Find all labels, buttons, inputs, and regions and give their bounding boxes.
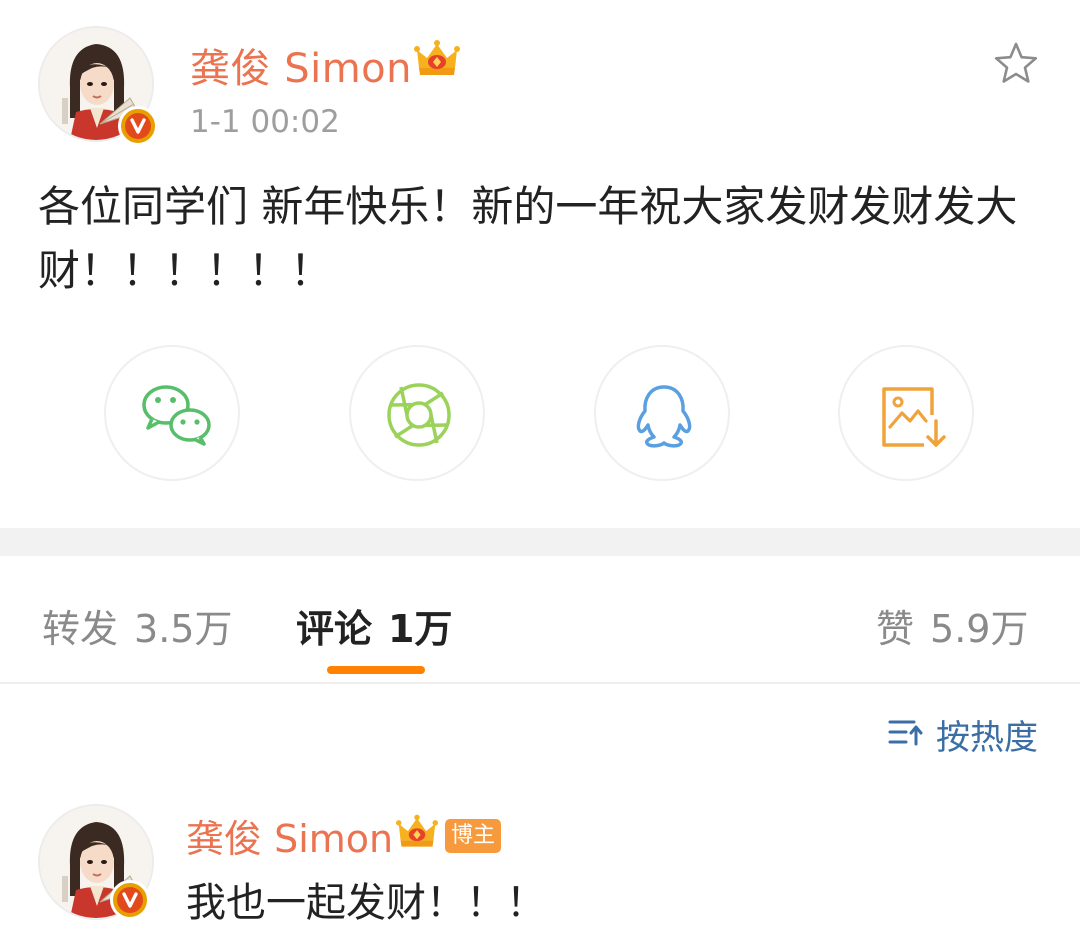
star-outline-icon xyxy=(994,42,1038,83)
comment-author-avatar[interactable] xyxy=(38,804,154,920)
tab-likes-label: 赞 xyxy=(876,607,915,651)
tab-reposts-label: 转发 xyxy=(42,607,119,651)
share-qq-button[interactable] xyxy=(594,345,730,481)
tabs-divider xyxy=(0,682,1080,684)
comment-author-name[interactable]: 龚俊 Simon xyxy=(186,808,393,863)
tab-likes[interactable]: 赞 5.9万 xyxy=(876,598,1028,653)
wechat-icon xyxy=(142,385,211,446)
crown-icon xyxy=(414,40,460,75)
comment-text: 我也一起发财！！！ xyxy=(186,880,546,926)
share-wechat-button[interactable] xyxy=(104,345,240,481)
author-avatar[interactable] xyxy=(38,26,158,146)
owner-badge: 博主 xyxy=(445,819,501,853)
qq-icon xyxy=(636,385,692,448)
comment-crown-icon xyxy=(396,814,438,847)
tab-likes-count: 5.9万 xyxy=(930,607,1029,651)
save-image-icon xyxy=(882,387,946,447)
sort-label: 按热度 xyxy=(936,718,1038,758)
favorite-button[interactable] xyxy=(990,38,1042,90)
post-header: 龚俊 Simon 1-1 00:02 xyxy=(0,0,1080,160)
post-content: 各位同学们 新年快乐！新的一年祝大家发财发财发大财！！！！！！ xyxy=(38,182,1018,295)
verified-v-icon xyxy=(118,106,158,146)
share-moments-button[interactable] xyxy=(349,345,485,481)
tab-comments[interactable]: 评论 1万 xyxy=(296,598,452,653)
active-tab-indicator xyxy=(327,666,425,674)
section-divider xyxy=(0,528,1080,556)
tab-reposts[interactable]: 转发 3.5万 xyxy=(42,598,232,653)
tab-comments-count: 1万 xyxy=(388,607,453,651)
save-image-button[interactable] xyxy=(838,345,974,481)
sort-icon xyxy=(888,720,923,746)
comment-verified-v-icon xyxy=(110,880,150,920)
tab-comments-label: 评论 xyxy=(296,607,373,651)
moments-icon xyxy=(387,383,451,447)
post-time: 1-1 00:02 xyxy=(190,104,340,140)
weibo-post-detail: 龚俊 Simon 1-1 00:02 各位同学们 新年快乐！新的一年祝大家发财发… xyxy=(0,0,1080,931)
tab-reposts-count: 3.5万 xyxy=(134,607,233,651)
author-name[interactable]: 龚俊 Simon xyxy=(190,36,412,94)
